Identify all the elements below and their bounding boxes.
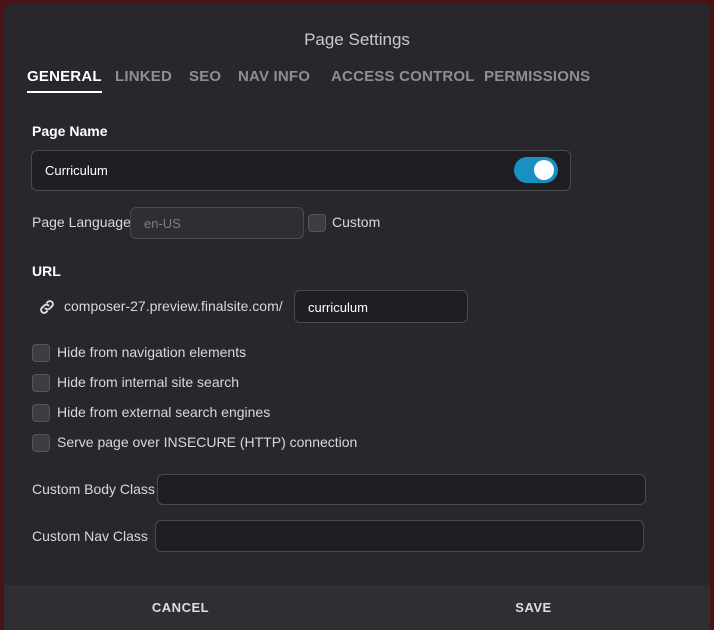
page-language-label: Page Language [32, 214, 131, 230]
dialog-footer: CANCEL SAVE [4, 585, 710, 630]
hide-navigation-label: Hide from navigation elements [57, 344, 247, 360]
hide-internal-search-label: Hide from internal site search [57, 374, 240, 390]
tab-linked[interactable]: LINKED [115, 68, 172, 85]
insecure-http-label: Serve page over INSECURE (HTTP) connecti… [57, 434, 358, 450]
hide-external-search-checkbox[interactable] [32, 404, 50, 422]
link-icon [38, 298, 56, 316]
hide-navigation-checkbox[interactable] [32, 344, 50, 362]
url-slug-value: curriculum [308, 300, 368, 315]
custom-nav-class-field[interactable] [155, 520, 644, 552]
url-slug-field[interactable]: curriculum [294, 290, 468, 323]
custom-body-class-field[interactable] [157, 474, 646, 505]
page-name-field[interactable]: Curriculum [31, 150, 571, 191]
page-language-placeholder: en-US [144, 216, 181, 231]
cancel-button[interactable]: CANCEL [4, 585, 357, 630]
custom-body-class-label: Custom Body Class [32, 481, 155, 497]
save-button[interactable]: SAVE [357, 585, 710, 630]
tab-access-control[interactable]: ACCESS CONTROL [331, 68, 475, 85]
page-name-value: Curriculum [45, 163, 108, 178]
custom-nav-class-label: Custom Nav Class [32, 528, 148, 544]
tab-permissions[interactable]: PERMISSIONS [484, 68, 590, 85]
page-language-field[interactable]: en-US [130, 207, 304, 239]
page-name-label: Page Name [32, 123, 108, 139]
page-name-toggle[interactable] [514, 157, 558, 183]
tab-seo[interactable]: SEO [189, 68, 221, 85]
custom-language-label: Custom [332, 214, 381, 230]
tab-nav-info[interactable]: NAV INFO [238, 68, 310, 85]
page-settings-dialog: Page Settings GENERAL LINKED SEO NAV INF… [4, 4, 710, 630]
dialog-title: Page Settings [304, 30, 410, 49]
url-label: URL [32, 263, 61, 279]
url-base: composer-27.preview.finalsite.com/ [64, 298, 283, 314]
tab-general[interactable]: GENERAL [27, 68, 102, 93]
insecure-http-checkbox[interactable] [32, 434, 50, 452]
toggle-knob [534, 160, 554, 180]
custom-language-checkbox[interactable] [308, 214, 326, 232]
hide-external-search-label: Hide from external search engines [57, 404, 271, 420]
hide-internal-search-checkbox[interactable] [32, 374, 50, 392]
